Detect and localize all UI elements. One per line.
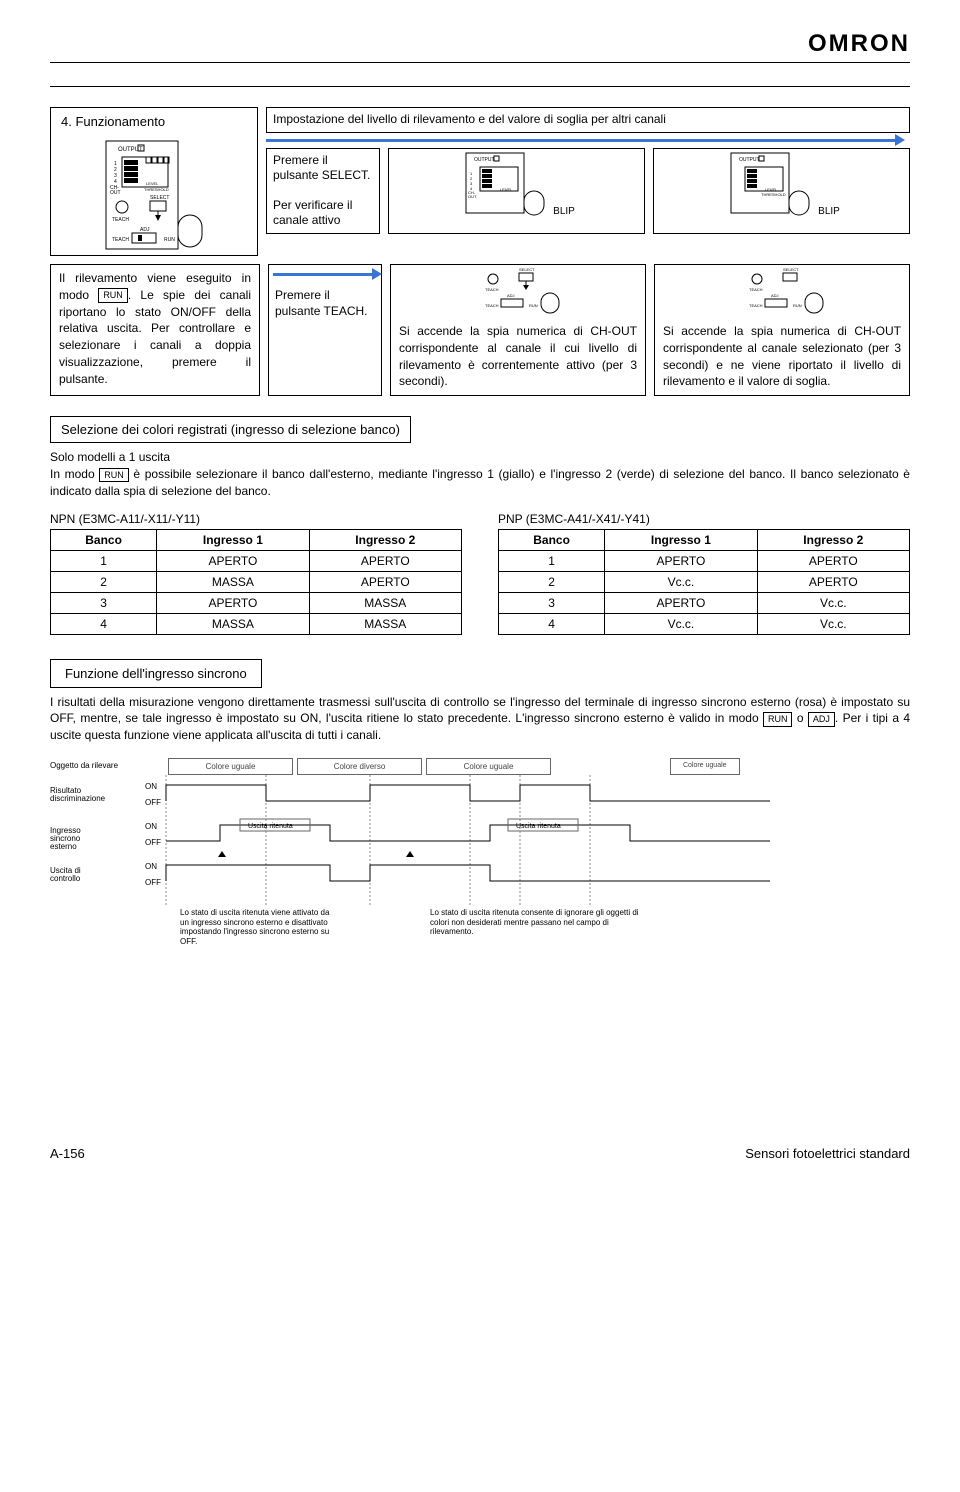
rilevamento-para: Il rilevamento viene eseguito in modo RU… bbox=[51, 265, 259, 393]
device-illustration-2: OUTPUT 12 34 CH-OUT LEVEL bbox=[458, 149, 553, 217]
blue-arrow-right bbox=[266, 139, 897, 142]
svg-text:OFF: OFF bbox=[145, 878, 161, 887]
svg-text:SELECT: SELECT bbox=[519, 267, 535, 272]
brand-logo: OMRON bbox=[50, 30, 910, 58]
svg-text:SELECT: SELECT bbox=[783, 267, 799, 272]
svg-text:OUT: OUT bbox=[468, 194, 477, 199]
svg-text:discriminazione: discriminazione bbox=[50, 794, 106, 803]
section4-title: 4. Funzionamento bbox=[51, 108, 257, 135]
svg-text:TEACH: TEACH bbox=[112, 237, 129, 243]
svg-text:LEVEL: LEVEL bbox=[500, 187, 513, 192]
note-1: Lo stato di uscita ritenuta viene attiva… bbox=[180, 908, 340, 946]
note-2: Lo stato di uscita ritenuta consente di … bbox=[430, 908, 650, 946]
svg-text:RUN: RUN bbox=[529, 303, 538, 308]
svg-text:ON: ON bbox=[145, 862, 157, 871]
device-illustration-5: TEACH SELECT TEACH RUN ADJ bbox=[735, 265, 830, 315]
svg-text:RUN: RUN bbox=[164, 237, 175, 243]
verificare-canale: Per verificare il canale attivo bbox=[267, 188, 379, 233]
pnp-title: PNP (E3MC-A41/-X41/-Y41) bbox=[498, 512, 910, 526]
svg-text:RUN: RUN bbox=[793, 303, 802, 308]
svg-text:ADJ: ADJ bbox=[140, 227, 150, 233]
svg-text:Uscita ritenuta: Uscita ritenuta bbox=[516, 823, 561, 830]
footer-title: Sensori fotoelettrici standard bbox=[745, 1146, 910, 1161]
blip-label-2: BLIP bbox=[818, 206, 840, 217]
svg-text:ADJ: ADJ bbox=[771, 293, 779, 298]
page-number: A-156 bbox=[50, 1146, 85, 1161]
chout-text-1: Si accende la spia numerica di CH-OUT co… bbox=[391, 318, 645, 395]
svg-text:Uscita ritenuta: Uscita ritenuta bbox=[248, 823, 293, 830]
premere-teach: Premere il pulsante TEACH. bbox=[269, 284, 381, 323]
svg-text:OFF: OFF bbox=[145, 798, 161, 807]
npn-table: BancoIngresso 1Ingresso 2 1APERTOAPERTO … bbox=[50, 529, 462, 635]
device-illustration-4: TEACH SELECT TEACH RUN ADJ bbox=[471, 265, 566, 315]
blip-label-1: BLIP bbox=[553, 206, 575, 217]
svg-text:TEACH: TEACH bbox=[485, 303, 499, 308]
svg-text:OUTPUT: OUTPUT bbox=[739, 157, 760, 163]
svg-text:THRESHOLD: THRESHOLD bbox=[144, 187, 169, 192]
premere-select: Premere il pulsante SELECT. bbox=[267, 149, 379, 188]
svg-text:esterno: esterno bbox=[50, 842, 77, 851]
svg-text:OFF: OFF bbox=[145, 838, 161, 847]
svg-text:TEACH: TEACH bbox=[749, 303, 763, 308]
sincrono-body: I risultati della misurazione vengono di… bbox=[50, 688, 910, 750]
svg-text:controllo: controllo bbox=[50, 874, 81, 883]
svg-text:ON: ON bbox=[145, 782, 157, 791]
svg-text:OUTPUT: OUTPUT bbox=[474, 157, 495, 163]
impostazione-heading: Impostazione del livello di rilevamento … bbox=[267, 108, 909, 132]
solo-modelli: Solo modelli a 1 uscita bbox=[50, 450, 170, 464]
svg-text:OUTPUT: OUTPUT bbox=[118, 147, 143, 153]
timing-diagram: Oggetto da rilevare Colore uguale Colore… bbox=[50, 758, 910, 946]
svg-text:SELECT: SELECT bbox=[150, 195, 169, 201]
device-illustration-3: OUTPUT LEVELTHRESHOLD bbox=[723, 149, 818, 217]
svg-text:TEACH: TEACH bbox=[112, 217, 129, 223]
blue-arrow-2 bbox=[273, 273, 374, 276]
run-badge: RUN bbox=[98, 288, 128, 303]
sincrono-title: Funzione dell'ingresso sincrono bbox=[50, 659, 262, 688]
svg-text:TEACH: TEACH bbox=[749, 287, 763, 292]
svg-text:TEACH: TEACH bbox=[485, 287, 499, 292]
device-illustration: OUTPUT 12 34 CH-OUT LEVELTHRESHOLD TEACH… bbox=[94, 135, 214, 255]
svg-text:ADJ: ADJ bbox=[507, 293, 515, 298]
svg-text:LEVEL: LEVEL bbox=[146, 181, 159, 186]
chout-text-2: Si accende la spia numerica di CH-OUT co… bbox=[655, 318, 909, 395]
pnp-table: BancoIngresso 1Ingresso 2 1APERTOAPERTO … bbox=[498, 529, 910, 635]
svg-text:ON: ON bbox=[145, 822, 157, 831]
selezione-title: Selezione dei colori registrati (ingress… bbox=[50, 416, 411, 443]
npn-title: NPN (E3MC-A11/-X11/-Y11) bbox=[50, 512, 462, 526]
svg-text:OUT: OUT bbox=[110, 190, 121, 196]
svg-text:THRESHOLD: THRESHOLD bbox=[761, 192, 786, 197]
run-badge-2: RUN bbox=[99, 468, 129, 483]
